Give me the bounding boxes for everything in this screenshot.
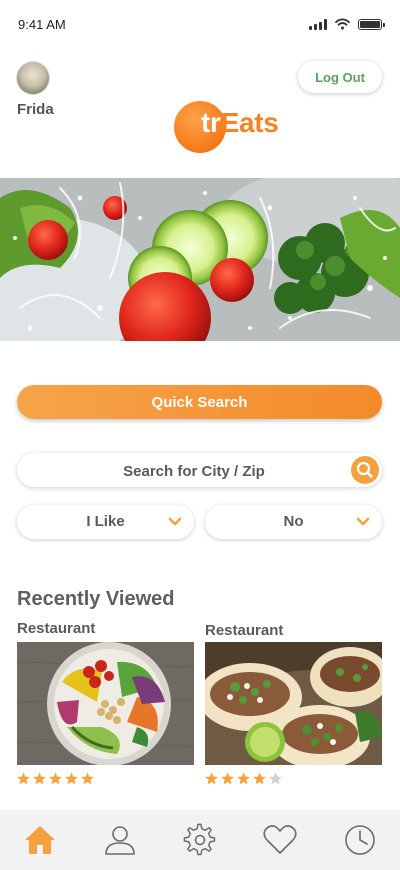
salad-bowl-photo (17, 642, 194, 765)
search-button[interactable] (351, 456, 379, 484)
i-like-dropdown[interactable]: I Like (17, 505, 194, 539)
star-filled-icon (33, 772, 46, 785)
nav-settings[interactable] (180, 820, 220, 860)
cellular-signal-icon (309, 18, 327, 30)
vegetables-splash-illustration (0, 178, 400, 341)
logout-button[interactable]: Log Out (298, 61, 382, 93)
favorites-icon (263, 825, 297, 854)
history-icon (345, 825, 375, 855)
nav-favorites[interactable] (260, 820, 300, 860)
search-bar (17, 453, 382, 489)
search-icon (356, 461, 373, 478)
restaurant-card-image[interactable] (17, 642, 194, 765)
nav-history[interactable] (340, 820, 380, 860)
chevron-down-icon (168, 517, 182, 526)
star-filled-icon (49, 772, 62, 785)
star-filled-icon (221, 772, 234, 785)
nav-profile[interactable] (100, 820, 140, 860)
bottom-navigation (0, 810, 400, 870)
chevron-down-icon (356, 517, 370, 526)
no-dropdown[interactable]: No (205, 505, 382, 539)
restaurant-card-image[interactable] (205, 642, 382, 765)
tacos-photo (205, 642, 382, 765)
recently-viewed-title: Recently Viewed (17, 588, 175, 610)
star-filled-icon (65, 772, 78, 785)
user-name: Frida (17, 101, 54, 118)
logo-text: trEats (201, 107, 279, 139)
status-icons (309, 17, 385, 31)
rating-stars (17, 772, 94, 785)
battery-icon (358, 18, 385, 30)
app-logo: trEats (174, 101, 304, 153)
star-filled-icon (253, 772, 266, 785)
star-filled-icon (81, 772, 94, 785)
wifi-icon (335, 18, 350, 30)
status-time: 9:41 AM (18, 17, 66, 32)
star-empty-icon (269, 772, 282, 785)
search-input[interactable] (37, 453, 351, 489)
nav-home[interactable] (20, 820, 60, 860)
star-filled-icon (205, 772, 218, 785)
avatar[interactable] (17, 62, 49, 94)
star-filled-icon (17, 772, 30, 785)
home-icon (25, 826, 55, 854)
star-filled-icon (237, 772, 250, 785)
logo-text-part2: Eats (220, 107, 279, 138)
rating-stars (205, 772, 282, 785)
logo-text-part1: tr (201, 107, 221, 138)
hero-banner-image (0, 178, 400, 341)
profile-icon (105, 826, 135, 855)
restaurant-card-label[interactable]: Restaurant (205, 622, 283, 639)
quick-search-button[interactable]: Quick Search (17, 385, 382, 419)
restaurant-card-label[interactable]: Restaurant (17, 620, 95, 637)
settings-icon (183, 823, 216, 856)
